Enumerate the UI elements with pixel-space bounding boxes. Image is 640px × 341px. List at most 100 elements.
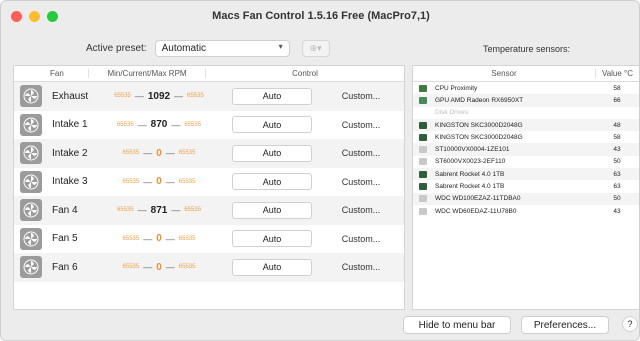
sensor-row[interactable]: Disk Drives: [413, 107, 639, 119]
dash-separator: — [137, 205, 147, 216]
minimize-button[interactable] [29, 11, 40, 22]
close-button[interactable] [11, 11, 22, 22]
fan-icon [20, 170, 42, 193]
hdd-icon [419, 146, 427, 154]
rpm-readout: 65535—0—65535 [100, 262, 218, 273]
rpm-current: 0 [156, 261, 162, 273]
rpm-min: 65535 [116, 207, 134, 214]
fan-name: Intake 3 [52, 176, 88, 188]
dash-separator: — [171, 205, 181, 216]
window-title: Macs Fan Control 1.5.16 Free (MacPro7,1) [212, 10, 430, 22]
fan-name: Intake 1 [52, 119, 88, 131]
sensor-name: KINGSTON SKC3000D2048G [435, 133, 523, 141]
auto-button[interactable]: Auto [232, 144, 312, 162]
fan-name: Fan 4 [52, 204, 78, 216]
temperature-sensors-heading: Temperature sensors: [483, 44, 571, 54]
rpm-max: 65535 [178, 235, 196, 242]
fan-name: Fan 5 [52, 233, 78, 245]
rpm-min: 65535 [122, 264, 140, 271]
auto-button[interactable]: Auto [232, 87, 312, 105]
fan-row: Fan 4 65535—871—65535 Auto Custom... [14, 196, 404, 225]
sensor-row[interactable]: Sabrent Rocket 4.0 1TB 63 [413, 180, 639, 192]
ssd-icon [419, 170, 427, 178]
auto-button[interactable]: Auto [232, 173, 312, 191]
custom-button[interactable]: Custom... [320, 88, 402, 105]
fan-icon [20, 256, 42, 279]
fan-row: Fan 6 65535—0—65535 Auto Custom... [14, 253, 404, 282]
fan-icon [20, 85, 42, 108]
hdd-icon [419, 207, 427, 215]
value-column-header: Value °C [595, 69, 639, 78]
sensor-row[interactable]: ST6000VX0023-2EF110 50 [413, 156, 639, 168]
fan-table: Fan Min/Current/Max RPM Control Exhaust 6… [13, 65, 405, 310]
sensor-name: GPU AMD Radeon RX6950XT [435, 96, 524, 104]
custom-button[interactable]: Custom... [320, 145, 402, 162]
rpm-readout: 65535—0—65535 [100, 148, 218, 159]
ssd-icon [419, 133, 427, 141]
sensor-row[interactable]: CPU Proximity 58 [413, 82, 639, 94]
custom-button[interactable]: Custom... [320, 230, 402, 247]
sensor-value: 50 [613, 158, 621, 166]
fan-icon [20, 113, 42, 136]
dash-separator: — [134, 91, 144, 102]
dash-separator: — [143, 176, 153, 187]
sensor-name: KINGSTON SKC3000D2048G [435, 121, 523, 129]
custom-button[interactable]: Custom... [320, 173, 402, 190]
sensor-row[interactable]: WDC WD100EZAZ-11TDBA0 50 [413, 192, 639, 205]
sensor-row[interactable]: GPU AMD Radeon RX6950XT 66 [413, 94, 639, 107]
preferences-button[interactable]: Preferences... [521, 316, 609, 334]
sensor-value: 63 [613, 170, 621, 178]
sensor-table: Sensor Value °C CPU Proximity 58 GPU AMD R… [412, 65, 639, 310]
chevron-down-icon: ▾ [278, 42, 283, 51]
rpm-readout: 65535—0—65535 [100, 176, 218, 187]
rpm-current: 1092 [147, 90, 171, 102]
hide-to-menu-bar-button[interactable]: Hide to menu bar [403, 316, 511, 334]
title-bar: Macs Fan Control 1.5.16 Free (MacPro7,1) [1, 1, 639, 31]
dash-separator: — [174, 91, 184, 102]
help-button[interactable]: ? [622, 316, 638, 332]
sensor-name: CPU Proximity [435, 84, 478, 92]
preset-dropdown[interactable]: Automatic ▾ [154, 40, 290, 57]
custom-button[interactable]: Custom... [320, 116, 402, 133]
auto-button[interactable]: Auto [232, 116, 312, 134]
sensor-row[interactable]: KINGSTON SKC3000D2048G 58 [413, 131, 639, 143]
fan-rows: Exhaust 65535—1092—65535 Auto Custom... Inta… [14, 82, 404, 282]
rpm-min: 65535 [122, 235, 140, 242]
rpm-current: 0 [156, 176, 162, 188]
rpm-max: 65535 [178, 178, 196, 185]
zoom-button[interactable] [47, 11, 58, 22]
auto-button[interactable]: Auto [232, 258, 312, 276]
sensor-row[interactable]: WDC WD60EDAZ-11U78B0 43 [413, 205, 639, 217]
sensor-row[interactable]: KINGSTON SKC3000D2048G 48 [413, 118, 639, 132]
rpm-min: 65535 [122, 150, 140, 157]
fan-row: Intake 2 65535—0—65535 Auto Custom... [14, 139, 404, 168]
rpm-max: 65535 [184, 121, 202, 128]
custom-button[interactable]: Custom... [320, 202, 402, 219]
preset-row: Active preset: Automatic ▾ ⊕▾ [86, 40, 330, 57]
sensor-name: WDC WD100EZAZ-11TDBA0 [435, 195, 521, 203]
preset-add-button[interactable]: ⊕▾ [301, 40, 330, 57]
preset-label: Active preset: [86, 43, 147, 54]
sensor-row[interactable]: ST10000VX0004-1ZE101 43 [413, 143, 639, 156]
auto-button[interactable]: Auto [232, 230, 312, 248]
footer-bar: Hide to menu bar Preferences... ? [1, 313, 639, 340]
fan-name: Fan 6 [52, 261, 78, 273]
rpm-min: 65535 [114, 93, 131, 100]
auto-button[interactable]: Auto [232, 201, 312, 219]
dash-separator: — [165, 262, 175, 273]
sensor-rows: CPU Proximity 58 GPU AMD Radeon RX6950XT 66… [413, 82, 639, 217]
sensor-value: 48 [613, 121, 621, 129]
sensor-row[interactable]: Sabrent Rocket 4.0 1TB 63 [413, 168, 639, 181]
dash-separator: — [171, 119, 181, 130]
custom-button[interactable]: Custom... [320, 259, 402, 276]
ssd-icon [419, 121, 427, 129]
rpm-readout: 65535—871—65535 [100, 205, 218, 216]
rpm-max: 65535 [187, 93, 204, 100]
dash-separator: — [143, 262, 153, 273]
sensor-value: 66 [613, 96, 621, 104]
fan-column-header: Fan [50, 69, 64, 78]
sensor-column-header: Sensor [491, 69, 517, 78]
rpm-readout: 65535—1092—65535 [100, 91, 218, 102]
dash-separator: — [143, 233, 153, 244]
sensor-name: Sabrent Rocket 4.0 1TB [435, 183, 505, 191]
